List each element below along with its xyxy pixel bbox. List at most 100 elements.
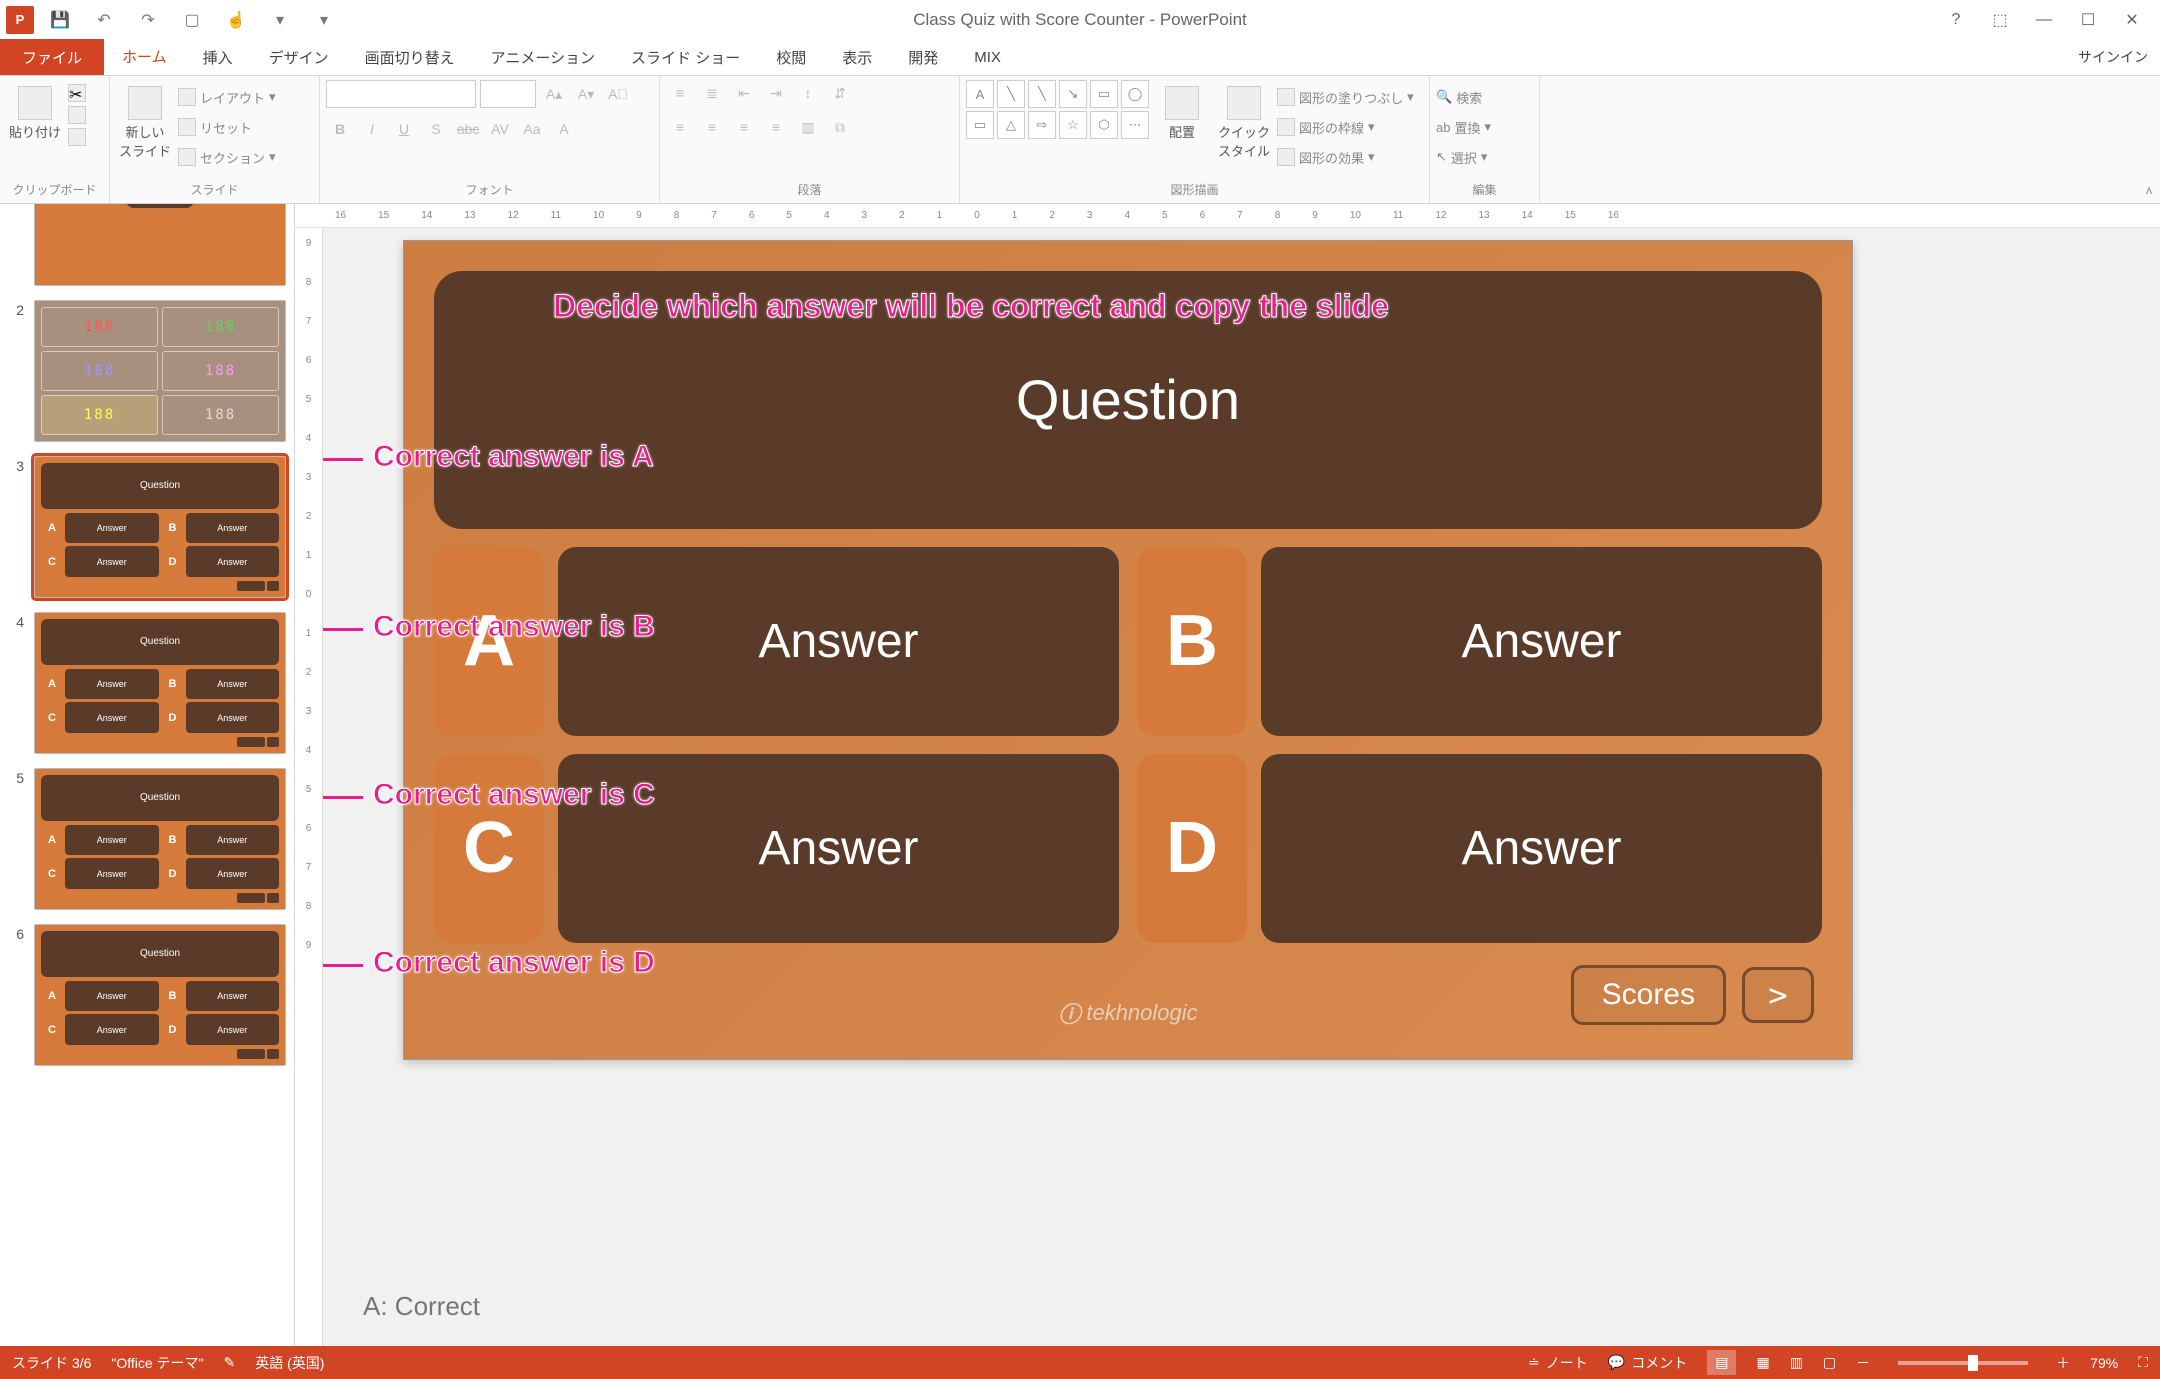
arrange-button[interactable]: 配置	[1153, 80, 1211, 141]
tab-view[interactable]: 表示	[824, 39, 890, 75]
notes-preview[interactable]: A: Correct	[363, 1291, 480, 1322]
tab-mix[interactable]: MIX	[956, 39, 1019, 75]
answer-body-d[interactable]: Answer	[1261, 754, 1822, 943]
view-normal-icon[interactable]: ▤	[1707, 1350, 1736, 1375]
replace-button[interactable]: ab置換 ▾	[1436, 114, 1491, 140]
columns-icon[interactable]: ▥	[794, 114, 822, 140]
smartart-icon[interactable]: ⧉	[826, 114, 854, 140]
tab-file[interactable]: ファイル	[0, 39, 104, 75]
fit-window-icon[interactable]: ⛶	[2138, 1354, 2148, 1371]
char-spacing-button[interactable]: AV	[486, 116, 514, 142]
section-button[interactable]: セクション ▾	[178, 144, 276, 170]
redo-icon[interactable]: ↷	[130, 2, 166, 38]
strikethrough-button[interactable]: abc	[454, 116, 482, 142]
view-slideshow-icon[interactable]: ▢	[1823, 1354, 1836, 1371]
slide-canvas[interactable]: Question AAnswer BAnswer CAnswer DAnswer…	[403, 240, 1853, 1060]
slide-thumbnail-6[interactable]: Question AAnswer BAnswer CAnswer DAnswer	[34, 924, 286, 1066]
scores-button[interactable]: Scores	[1571, 965, 1726, 1025]
decrease-indent-icon[interactable]: ⇤	[730, 80, 758, 106]
find-button[interactable]: 🔍検索	[1436, 84, 1491, 110]
tab-animation[interactable]: アニメーション	[473, 39, 613, 75]
start-slideshow-icon[interactable]: ▢	[174, 2, 210, 38]
slide-thumbnail-4[interactable]: Question AAnswer BAnswer CAnswer DAnswer	[34, 612, 286, 754]
shape-line-icon[interactable]: ╲	[997, 80, 1025, 108]
answer-letter-a[interactable]: A	[434, 547, 544, 736]
qat-more-icon[interactable]: ▾	[262, 2, 298, 38]
decrease-font-icon[interactable]: A▾	[572, 81, 600, 107]
select-button[interactable]: ↖選択 ▾	[1436, 144, 1491, 170]
answer-body-c[interactable]: Answer	[558, 754, 1119, 943]
answer-letter-b[interactable]: B	[1137, 547, 1247, 736]
shape-arrow-icon[interactable]: ↘	[1059, 80, 1087, 108]
italic-button[interactable]: I	[358, 116, 386, 142]
shape-effects-button[interactable]: 図形の効果 ▾	[1277, 144, 1414, 170]
tab-insert[interactable]: 挿入	[185, 39, 251, 75]
slide-thumbnail-2[interactable]: ★ 188 188 188 188 188 188	[34, 300, 286, 442]
font-size-select[interactable]	[480, 80, 536, 108]
increase-indent-icon[interactable]: ⇥	[762, 80, 790, 106]
line-spacing-icon[interactable]: ↕	[794, 80, 822, 106]
tab-home[interactable]: ホーム	[104, 39, 185, 75]
underline-button[interactable]: U	[390, 116, 418, 142]
maximize-icon[interactable]: ☐	[2066, 2, 2110, 38]
tab-review[interactable]: 校閲	[758, 39, 824, 75]
minimize-icon[interactable]: —	[2022, 2, 2066, 38]
tab-slideshow[interactable]: スライド ショー	[613, 39, 758, 75]
layout-button[interactable]: レイアウト ▾	[178, 84, 276, 110]
next-button[interactable]: >	[1742, 967, 1814, 1023]
cut-icon[interactable]: ✂	[68, 84, 86, 102]
align-left-icon[interactable]: ≡	[666, 114, 694, 140]
zoom-in-icon[interactable]: ＋	[2056, 1353, 2070, 1373]
zoom-out-icon[interactable]: －	[1856, 1353, 1870, 1373]
align-center-icon[interactable]: ≡	[698, 114, 726, 140]
paste-button[interactable]: 貼り付け	[6, 80, 64, 141]
shape-more-icon[interactable]: ⋯	[1121, 111, 1149, 139]
notes-button[interactable]: ≐ノート	[1528, 1353, 1588, 1373]
answer-letter-d[interactable]: D	[1137, 754, 1247, 943]
shape-star-icon[interactable]: ☆	[1059, 111, 1087, 139]
tab-design[interactable]: デザイン	[251, 39, 347, 75]
shape-oval-icon[interactable]: ◯	[1121, 80, 1149, 108]
shapes-gallery[interactable]: A ╲ ╲ ↘ ▭ ◯ ▭ △ ⇨ ☆ ⬡ ⋯	[966, 80, 1149, 139]
qat-more2-icon[interactable]: ▾	[306, 2, 342, 38]
bold-button[interactable]: B	[326, 116, 354, 142]
numbering-icon[interactable]: ≣	[698, 80, 726, 106]
change-case-button[interactable]: Aa	[518, 116, 546, 142]
touch-mode-icon[interactable]: ☝	[218, 2, 254, 38]
quick-styles-button[interactable]: クイック スタイル	[1215, 80, 1273, 160]
shape-line2-icon[interactable]: ╲	[1028, 80, 1056, 108]
view-reading-icon[interactable]: ▥	[1790, 1354, 1803, 1371]
font-color-button[interactable]: A	[550, 116, 578, 142]
clear-format-icon[interactable]: A⃠	[604, 81, 632, 107]
copy-icon[interactable]	[68, 106, 86, 124]
answer-body-b[interactable]: Answer	[1261, 547, 1822, 736]
slide-thumbnail-5[interactable]: Question AAnswer BAnswer CAnswer DAnswer	[34, 768, 286, 910]
shape-textbox-icon[interactable]: A	[966, 80, 994, 108]
undo-icon[interactable]: ↶	[86, 2, 122, 38]
sign-in-link[interactable]: サインイン	[2078, 39, 2160, 75]
font-family-select[interactable]	[326, 80, 476, 108]
justify-icon[interactable]: ≡	[762, 114, 790, 140]
view-sorter-icon[interactable]: ▦	[1756, 1354, 1769, 1371]
slide-thumbnail-panel[interactable]: Class Quiz START 2 ★ 188 188 188 188 188…	[0, 204, 295, 1346]
close-icon[interactable]: ✕	[2110, 2, 2154, 38]
tab-developer[interactable]: 開発	[890, 39, 956, 75]
comments-button[interactable]: 💬コメント	[1608, 1353, 1687, 1373]
text-direction-icon[interactable]: ⇵	[826, 80, 854, 106]
slide-thumbnail-1[interactable]: Class Quiz START	[34, 204, 286, 286]
shape-triangle-icon[interactable]: △	[997, 111, 1025, 139]
question-box[interactable]: Question	[434, 271, 1822, 529]
answer-letter-c[interactable]: C	[434, 754, 544, 943]
tab-transitions[interactable]: 画面切り替え	[347, 39, 473, 75]
new-slide-button[interactable]: 新しい スライド	[116, 80, 174, 160]
spellcheck-icon[interactable]: ✎	[224, 1354, 236, 1371]
shape-hex-icon[interactable]: ⬡	[1090, 111, 1118, 139]
save-icon[interactable]: 💾	[42, 2, 78, 38]
shape-arrow2-icon[interactable]: ⇨	[1028, 111, 1056, 139]
format-painter-icon[interactable]	[68, 128, 86, 146]
shape-rect-icon[interactable]: ▭	[1090, 80, 1118, 108]
slide-thumbnail-3[interactable]: Question AAnswer BAnswer CAnswer DAnswer	[34, 456, 286, 598]
bullets-icon[interactable]: ≡	[666, 80, 694, 106]
text-shadow-button[interactable]: S	[422, 116, 450, 142]
align-right-icon[interactable]: ≡	[730, 114, 758, 140]
